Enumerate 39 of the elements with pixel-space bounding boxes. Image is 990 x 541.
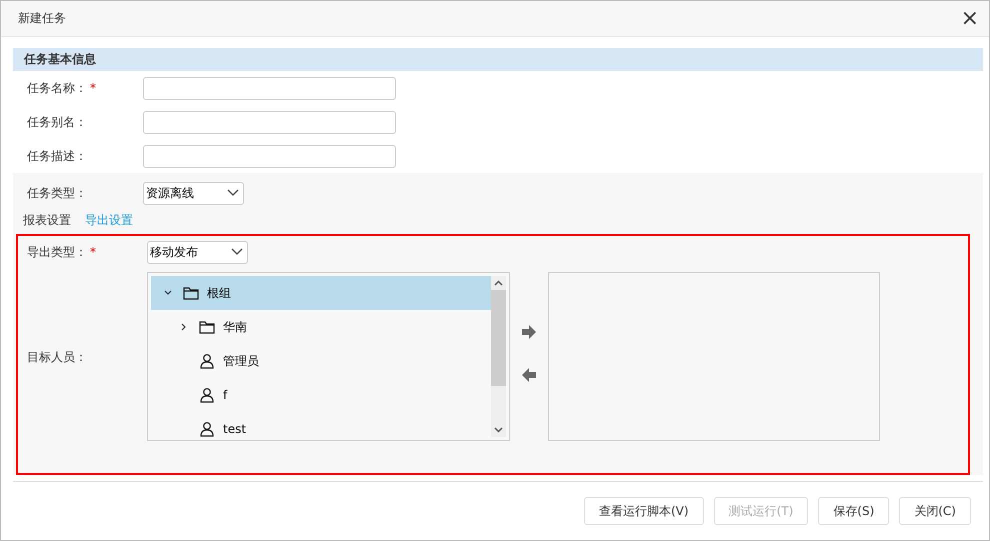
- field-label: 任务名称：: [27, 80, 87, 94]
- chevron-down-icon: [231, 248, 243, 256]
- arrow-left-icon[interactable]: [521, 368, 537, 382]
- close-button[interactable]: ×: [956, 8, 983, 30]
- field-label: 任务别名：: [27, 114, 87, 128]
- tree-item[interactable]: 根组: [151, 276, 491, 310]
- task-type-select[interactable]: 资源离线: [143, 182, 244, 204]
- field-label: 任务描述：: [27, 148, 87, 162]
- tree-item[interactable]: f: [151, 378, 491, 412]
- field-label: 导出类型：: [27, 244, 87, 258]
- tree-item[interactable]: 华南: [151, 310, 491, 344]
- dialog-button[interactable]: 保存(S): [818, 497, 890, 525]
- input-field[interactable]: [143, 110, 396, 134]
- section-header: 任务基本信息: [13, 48, 983, 71]
- window-title: 新建任务: [18, 10, 66, 27]
- required-mark: *: [90, 80, 96, 94]
- chevron-down-icon: [227, 189, 239, 197]
- chevron-right-icon[interactable]: [180, 323, 188, 331]
- field-label: 任务类型：: [27, 186, 87, 200]
- user-icon: [199, 353, 215, 369]
- scrollbar[interactable]: [491, 276, 506, 437]
- export-type-select[interactable]: 移动发布: [147, 240, 248, 264]
- arrow-right-icon[interactable]: [521, 325, 537, 339]
- dialog-button[interactable]: 查看运行脚本(V): [584, 497, 704, 525]
- tree-item[interactable]: 管理员: [151, 344, 491, 378]
- tree-item[interactable]: test: [151, 412, 491, 440]
- scroll-up-icon[interactable]: [494, 280, 503, 286]
- scroll-down-icon[interactable]: [494, 427, 503, 433]
- user-icon: [199, 387, 215, 403]
- field-label: 目标人员：: [27, 350, 87, 364]
- dialog-button[interactable]: 关闭(C): [899, 497, 971, 525]
- folder-icon: [183, 286, 199, 300]
- chevron-down-icon[interactable]: [164, 289, 172, 297]
- input-field[interactable]: [143, 144, 396, 168]
- tab[interactable]: 报表设置: [23, 212, 71, 230]
- folder-icon: [199, 320, 215, 334]
- user-icon: [199, 421, 215, 437]
- required-mark: *: [90, 244, 96, 258]
- input-field[interactable]: [143, 76, 396, 100]
